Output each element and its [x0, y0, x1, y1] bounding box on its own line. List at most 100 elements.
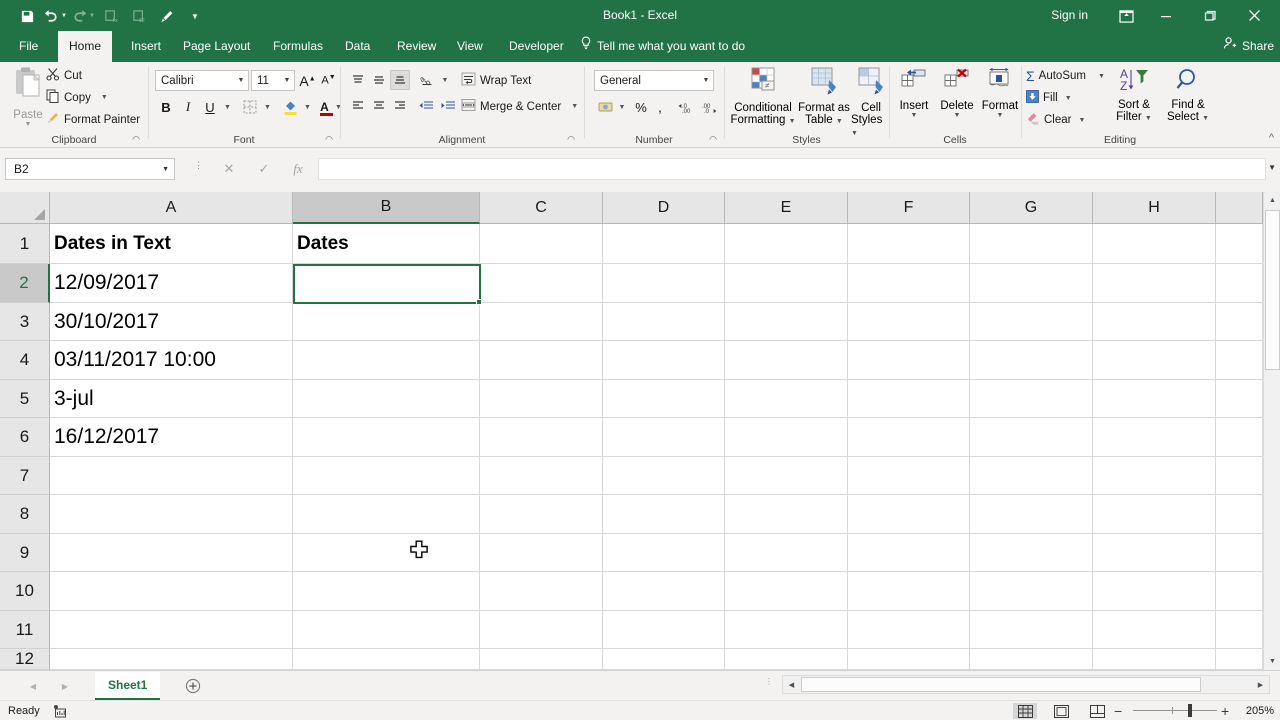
format-cells-button[interactable]: Format ▼ [978, 67, 1022, 119]
tab-home[interactable]: Home [58, 31, 112, 62]
expand-formula-bar-icon[interactable]: ▼ [1268, 163, 1276, 172]
cell-partial9[interactable] [1216, 534, 1263, 572]
cell-d4[interactable] [603, 341, 725, 380]
fill-dropdown-icon[interactable]: ▼ [1065, 95, 1072, 102]
borders-icon[interactable] [239, 96, 261, 118]
cell-d1[interactable] [603, 224, 725, 264]
accounting-dropdown-icon[interactable]: ▼ [616, 96, 628, 118]
row-header-4[interactable]: 4 [0, 341, 50, 380]
chevron-down-icon[interactable]: ▼ [954, 112, 961, 119]
scroll-right-icon[interactable]: ▶ [1252, 676, 1269, 693]
grow-font-icon[interactable]: A▲ [297, 70, 318, 91]
autosum-dropdown-icon[interactable]: ▼ [1098, 73, 1105, 80]
row-header-8[interactable]: 8 [0, 495, 50, 534]
font-name-combo[interactable]: Calibri ▼ [155, 70, 249, 91]
tell-me-box[interactable]: Tell me what you want to do [580, 31, 745, 62]
row-header-2[interactable]: 2 [0, 264, 50, 303]
cell-f7[interactable] [848, 457, 970, 495]
align-middle-icon[interactable] [369, 70, 389, 90]
zoom-slider-track[interactable] [1133, 710, 1217, 711]
row-header-11[interactable]: 11 [0, 611, 50, 649]
cell-a4[interactable]: 03/11/2017 10:00 [50, 341, 293, 380]
cell-f4[interactable] [848, 341, 970, 380]
cell-g9[interactable] [970, 534, 1093, 572]
cell-c7[interactable] [480, 457, 603, 495]
chevron-down-icon[interactable]: ▼ [789, 118, 796, 125]
scroll-up-icon[interactable]: ▲ [1264, 192, 1280, 209]
font-size-combo[interactable]: 11 ▼ [251, 70, 295, 91]
chevron-down-icon[interactable]: ▼ [911, 112, 918, 119]
cell-b5[interactable] [293, 380, 480, 418]
cell-a7[interactable] [50, 457, 293, 495]
cell-e4[interactable] [725, 341, 848, 380]
fill-color-icon[interactable] [279, 96, 301, 118]
insert-cells-button[interactable]: Insert ▼ [893, 67, 935, 119]
cell-d9[interactable] [603, 534, 725, 572]
cell-partial11[interactable] [1216, 611, 1263, 649]
delete-cells-button[interactable]: Delete ▼ [935, 67, 979, 119]
cell-g4[interactable] [970, 341, 1093, 380]
align-bottom-icon[interactable] [390, 70, 410, 90]
tab-developer[interactable]: Developer [498, 31, 575, 62]
cell-d5[interactable] [603, 380, 725, 418]
cell-f5[interactable] [848, 380, 970, 418]
decrease-indent-icon[interactable] [415, 96, 437, 116]
align-right-icon[interactable] [390, 96, 410, 116]
cell-b11[interactable] [293, 611, 480, 649]
wrap-text-button[interactable]: Wrap Text [461, 72, 531, 89]
cell-c1[interactable] [480, 224, 603, 264]
paste-button[interactable]: Paste ▼ [6, 66, 50, 130]
cell-f12[interactable] [848, 649, 970, 670]
cell-d12[interactable] [603, 649, 725, 670]
fill-button[interactable]: Fill ▼ [1026, 90, 1072, 106]
column-header-partial[interactable] [1216, 192, 1263, 224]
cell-partial1[interactable] [1216, 224, 1263, 264]
cell-f11[interactable] [848, 611, 970, 649]
column-header-g[interactable]: G [970, 192, 1093, 224]
increase-indent-icon[interactable] [437, 96, 459, 116]
cell-b8[interactable] [293, 495, 480, 534]
cell-d2[interactable] [603, 264, 725, 303]
cell-partial4[interactable] [1216, 341, 1263, 380]
orientation-dropdown-icon[interactable]: ▼ [439, 70, 451, 90]
cell-e9[interactable] [725, 534, 848, 572]
tab-data[interactable]: Data [334, 31, 381, 62]
cell-partial10[interactable] [1216, 572, 1263, 611]
tab-page-layout[interactable]: Page Layout [172, 31, 261, 62]
cell-h8[interactable] [1093, 495, 1216, 534]
number-format-combo[interactable]: General ▼ [594, 70, 714, 91]
cell-g10[interactable] [970, 572, 1093, 611]
vertical-scrollbar-thumb[interactable] [1265, 210, 1280, 370]
chevron-down-icon[interactable]: ▼ [162, 166, 169, 173]
merge-center-button[interactable]: Merge & Center ▼ [461, 98, 578, 115]
fx-icon[interactable]: fx [285, 158, 311, 180]
increase-decimal-icon[interactable]: .0.00 [675, 96, 697, 118]
cell-partial7[interactable] [1216, 457, 1263, 495]
cell-d6[interactable] [603, 418, 725, 457]
cell-h7[interactable] [1093, 457, 1216, 495]
scroll-left-icon[interactable]: ◀ [783, 676, 800, 693]
cell-partial6[interactable] [1216, 418, 1263, 457]
cell-g11[interactable] [970, 611, 1093, 649]
cell-b3[interactable] [293, 303, 480, 341]
cell-b2[interactable] [293, 264, 480, 303]
tab-review[interactable]: Review [386, 31, 447, 62]
clipboard-dialog-launcher-icon[interactable]: ◠ [132, 134, 140, 145]
chevron-down-icon[interactable]: ▼ [25, 121, 32, 128]
zoom-out-button[interactable]: − [1114, 701, 1122, 721]
cell-c11[interactable] [480, 611, 603, 649]
page-layout-view-icon[interactable] [1049, 703, 1073, 719]
tab-formulas[interactable]: Formulas [262, 31, 334, 62]
cell-f8[interactable] [848, 495, 970, 534]
row-header-1[interactable]: 1 [0, 224, 50, 264]
row-header-10[interactable]: 10 [0, 572, 50, 611]
cell-e1[interactable] [725, 224, 848, 264]
formula-input[interactable] [318, 158, 1266, 180]
cell-c8[interactable] [480, 495, 603, 534]
cell-c5[interactable] [480, 380, 603, 418]
ribbon-display-options-icon[interactable] [1112, 5, 1140, 27]
conditional-formatting-button[interactable]: ≠ Conditional Formatting ▼ [729, 67, 797, 126]
cell-d3[interactable] [603, 303, 725, 341]
cell-b12[interactable] [293, 649, 480, 670]
cell-partial2[interactable] [1216, 264, 1263, 303]
